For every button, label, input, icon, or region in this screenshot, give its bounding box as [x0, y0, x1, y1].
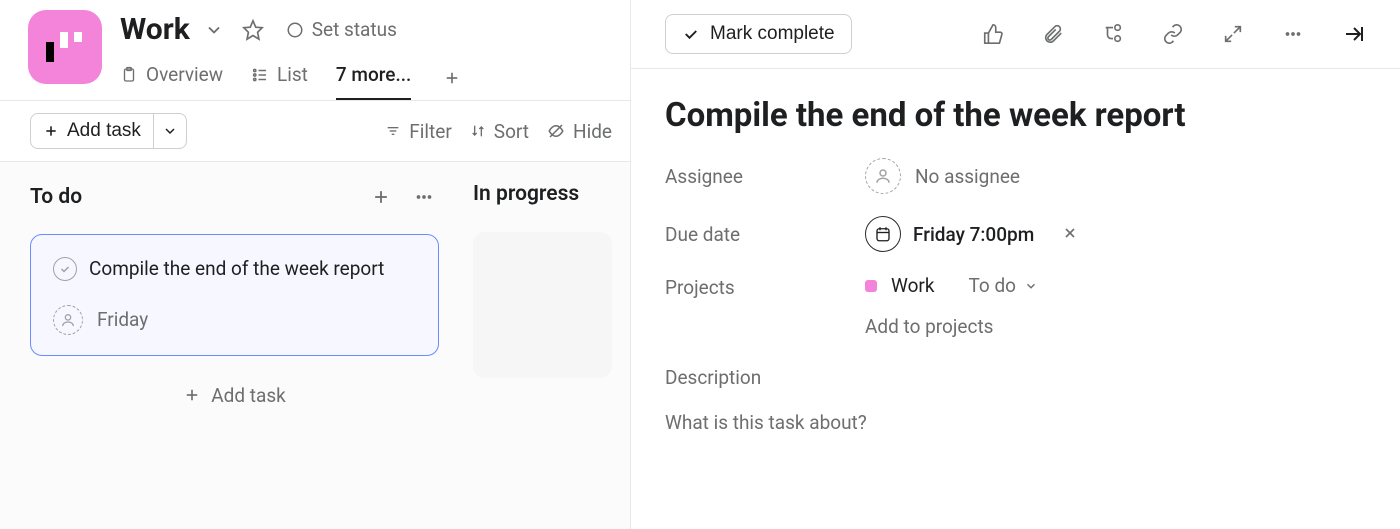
detail-toolbar: Mark complete: [631, 0, 1400, 69]
calendar-icon: [865, 216, 901, 252]
status-circle-icon: [286, 21, 304, 39]
set-status-button[interactable]: Set status: [286, 18, 397, 41]
expand-icon[interactable]: [1218, 19, 1248, 49]
attachment-icon[interactable]: [1038, 19, 1068, 49]
mark-complete-button[interactable]: Mark complete: [665, 14, 852, 54]
add-task-button[interactable]: Add task: [30, 113, 154, 149]
project-board-pane: Work Set status Overview: [0, 0, 631, 529]
ellipsis-icon: [413, 186, 435, 208]
due-date-field: Due date Friday 7:00pm: [665, 216, 1366, 252]
due-value[interactable]: Friday 7:00pm: [865, 216, 1078, 252]
project-header: Work Set status Overview: [0, 0, 630, 101]
favorite-star-icon[interactable]: [238, 15, 268, 45]
projects-value[interactable]: Work To do: [865, 274, 1038, 297]
assignee-placeholder-icon: [865, 158, 901, 194]
check-icon: [682, 25, 700, 43]
sort-icon: [470, 123, 486, 139]
close-panel-icon[interactable]: [1338, 18, 1370, 50]
assignee-placeholder-icon[interactable]: [53, 305, 83, 335]
add-task-caret[interactable]: [154, 113, 187, 149]
column-add-task[interactable]: Add task: [30, 376, 439, 415]
project-section-select[interactable]: To do: [968, 274, 1038, 297]
filter-icon: [385, 123, 401, 139]
assignee-field: Assignee No assignee: [665, 158, 1366, 194]
empty-card-placeholder: [473, 232, 612, 378]
column-menu-button[interactable]: [409, 182, 439, 212]
hide-icon: [547, 122, 565, 140]
column-title[interactable]: To do: [30, 185, 353, 209]
add-to-projects-button[interactable]: Add to projects: [865, 315, 1038, 338]
link-icon[interactable]: [1158, 19, 1188, 49]
board-toolbar: Add task Filter Sort Hide: [0, 101, 630, 162]
complete-toggle[interactable]: [53, 257, 77, 281]
card-due: Friday: [97, 308, 148, 331]
plus-icon: [371, 187, 391, 207]
chevron-down-icon: [1024, 279, 1038, 293]
plus-icon: [183, 386, 201, 404]
tab-overview[interactable]: Overview: [120, 63, 223, 100]
plus-icon: [443, 69, 461, 87]
task-title[interactable]: Compile the end of the week report: [665, 95, 1366, 136]
task-card[interactable]: Compile the end of the week report Frida…: [30, 234, 439, 356]
column-in-progress: In progress: [473, 182, 612, 529]
column-title[interactable]: In progress: [473, 182, 612, 206]
description-label: Description: [665, 366, 1366, 389]
clipboard-icon: [120, 66, 138, 84]
subtask-icon[interactable]: [1098, 19, 1128, 49]
description-input[interactable]: What is this task about?: [665, 411, 1366, 434]
like-icon[interactable]: [978, 19, 1008, 49]
plus-icon: [43, 123, 59, 139]
tab-more[interactable]: 7 more...: [336, 63, 411, 100]
add-tab-button[interactable]: [439, 65, 465, 99]
card-title: Compile the end of the week report: [89, 255, 384, 283]
column-add-button[interactable]: [367, 183, 395, 211]
task-detail-pane: Mark complete: [631, 0, 1400, 529]
due-label: Due date: [665, 223, 865, 246]
assignee-value[interactable]: No assignee: [865, 158, 1020, 194]
project-color-dot: [865, 280, 877, 292]
clear-due-date[interactable]: [1062, 223, 1078, 246]
project-menu-caret[interactable]: [200, 16, 228, 44]
projects-field: Projects Work To do Add to projects: [665, 274, 1366, 338]
kanban-board: To do Compile the end of the week report: [0, 162, 630, 529]
more-icon[interactable]: [1278, 19, 1308, 49]
chevron-down-icon: [162, 123, 178, 139]
assignee-label: Assignee: [665, 165, 865, 188]
filter-button[interactable]: Filter: [385, 120, 451, 143]
column-todo: To do Compile the end of the week report: [30, 182, 439, 529]
project-icon: [28, 10, 102, 84]
sort-button[interactable]: Sort: [470, 120, 529, 143]
project-tabs: Overview List 7 more...: [120, 47, 612, 100]
projects-label: Projects: [665, 274, 865, 299]
hide-button[interactable]: Hide: [547, 120, 612, 143]
tab-list[interactable]: List: [251, 63, 308, 100]
project-title[interactable]: Work: [120, 12, 190, 47]
status-label: Set status: [312, 18, 397, 41]
list-icon: [251, 66, 269, 84]
